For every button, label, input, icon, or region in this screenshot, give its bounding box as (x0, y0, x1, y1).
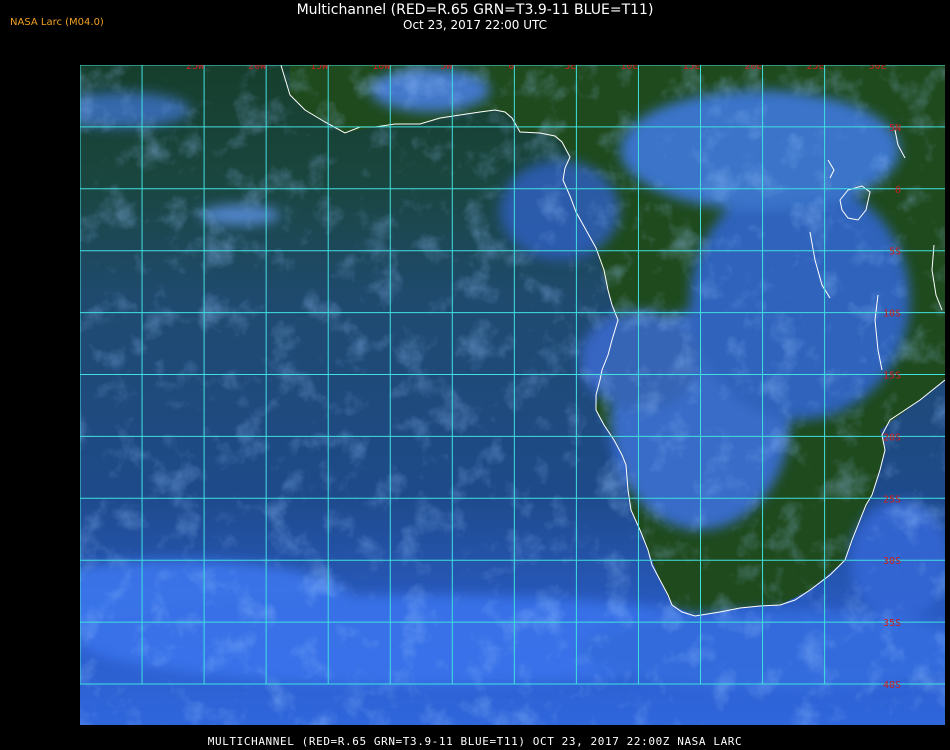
longitude-label: 20W (248, 61, 267, 72)
latitude-label: 15S (883, 371, 901, 382)
latitude-label: 5S (889, 247, 901, 258)
latitude-label: 10S (883, 309, 901, 320)
longitude-label: 30E (869, 61, 887, 72)
latitude-label: 20S (883, 432, 901, 443)
longitude-label: 25W (186, 61, 205, 72)
longitude-label: 10E (620, 61, 638, 72)
footer-caption: MULTICHANNEL (RED=R.65 GRN=T3.9-11 BLUE=… (207, 735, 743, 748)
latitude-label: 25S (883, 494, 901, 505)
longitude-label: 15W (310, 61, 329, 72)
latitude-label: 0 (895, 185, 901, 196)
latitude-label: 30S (883, 556, 901, 567)
latitude-label: 35S (883, 618, 901, 629)
longitude-label: 5E (564, 61, 576, 72)
longitude-label: 20E (744, 61, 762, 72)
satellite-map: 25W 20W 15W 10W 5W 0 5E 10E 15E 20E 25E 30E 5N 0 5S 10S… (80, 61, 945, 725)
cloud-texture (80, 65, 945, 725)
longitude-label: 0 (508, 61, 514, 72)
longitude-label: 25E (807, 61, 825, 72)
longitude-label: 15E (682, 61, 700, 72)
latitude-label: 40S (883, 680, 901, 691)
longitude-label: 10W (372, 61, 391, 72)
latitude-label: 5N (889, 123, 901, 134)
longitude-label: 5W (440, 61, 453, 72)
